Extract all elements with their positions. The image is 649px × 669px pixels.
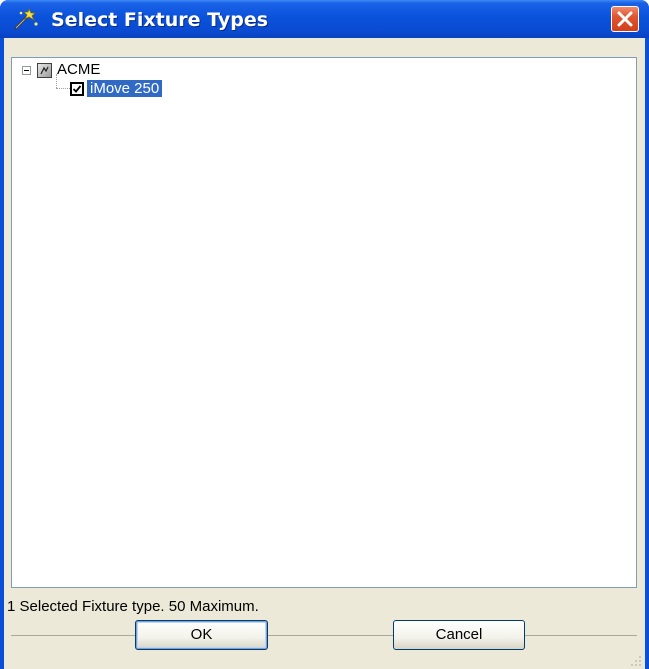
ok-button[interactable]: OK [135,620,268,650]
cancel-button[interactable]: Cancel [393,620,525,650]
tree-node-label: iMove 250 [85,79,164,98]
close-icon [617,11,633,27]
dialog-window: Select Fixture Types ACME iMove 250 1 Se… [0,0,649,669]
tree-node-imove-250[interactable]: iMove 250 [12,79,232,99]
dialog-body: ACME iMove 250 1 Selected Fixture type. … [4,38,645,669]
manufacturer-icon [37,63,52,78]
fixture-checkbox[interactable] [70,82,84,96]
checkmark-icon [72,85,82,93]
resize-grip-icon[interactable] [630,654,642,666]
selection-status: 1 Selected Fixture type. 50 Maximum. [7,598,259,615]
tree-node-label: ACME [57,61,101,78]
divider [11,635,637,636]
tree-node-acme[interactable]: ACME [12,58,212,78]
magic-wand-icon [12,7,40,31]
collapse-toggle-icon[interactable] [22,66,31,75]
window-title: Select Fixture Types [51,9,269,31]
fixture-tree[interactable]: ACME iMove 250 [11,57,637,588]
close-button[interactable] [611,6,639,32]
title-bar[interactable]: Select Fixture Types [0,0,649,38]
